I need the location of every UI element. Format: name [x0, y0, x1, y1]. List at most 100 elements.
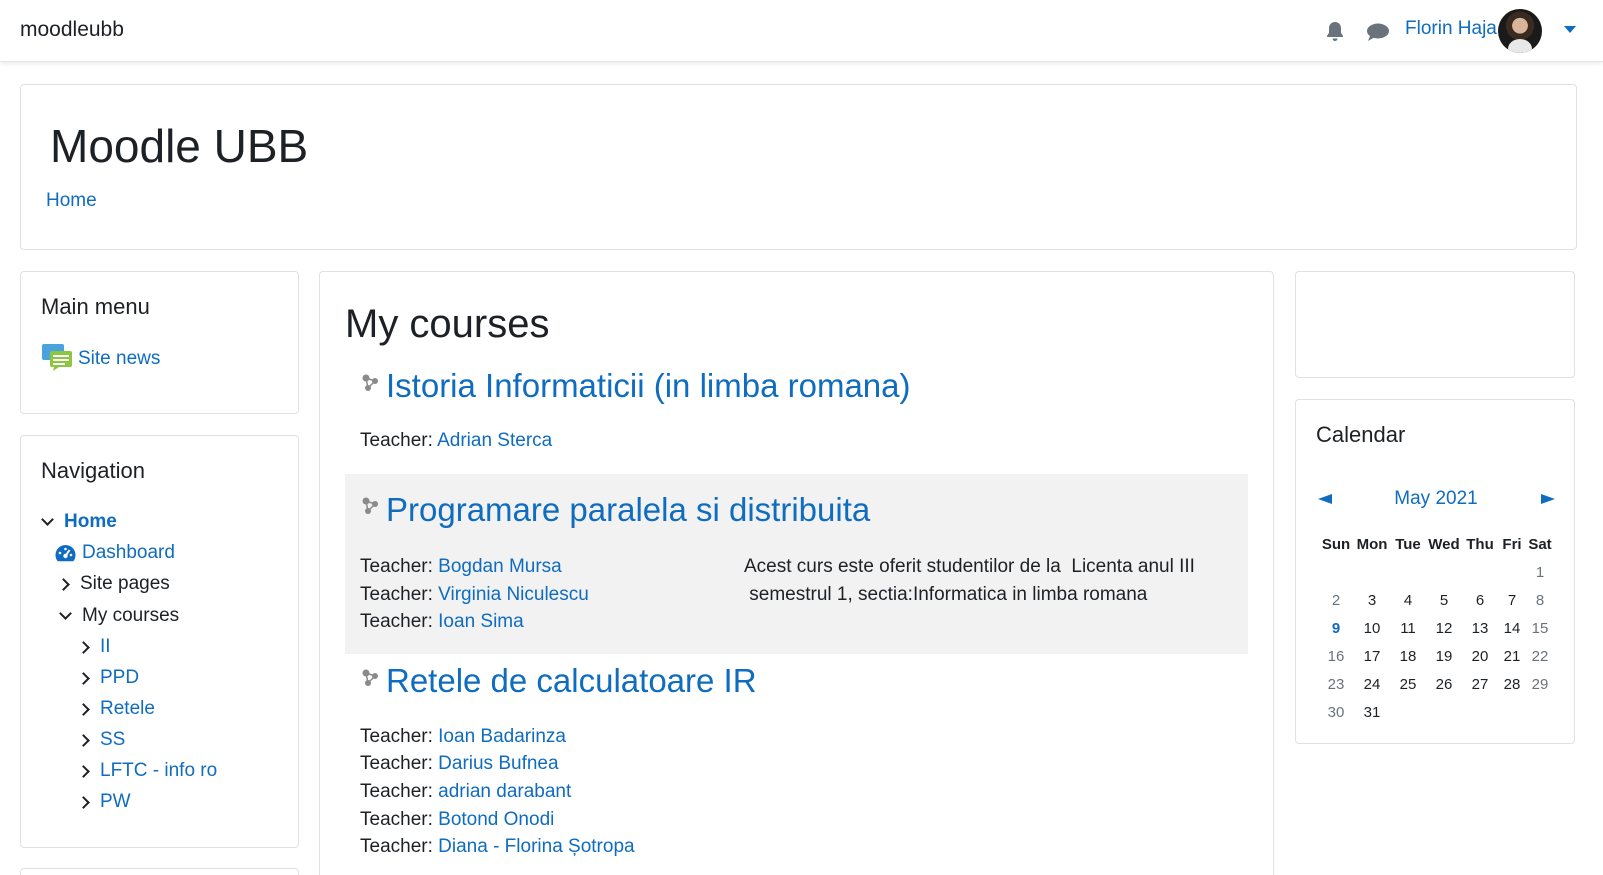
chevron-right-icon[interactable]: [57, 577, 70, 591]
nav-item-site-pages[interactable]: Site pages: [57, 573, 170, 595]
nav-item-label[interactable]: Dashboard: [82, 542, 175, 564]
site-news-link[interactable]: Site news: [78, 348, 160, 370]
nav-item-course-pw[interactable]: PW: [77, 791, 131, 813]
course-item: Istoria Informaticii (in limba romana) T…: [345, 367, 1248, 459]
chevron-right-icon[interactable]: [77, 795, 90, 809]
teacher-link[interactable]: Bogdan Mursa: [438, 556, 562, 577]
nav-item-course-ppd[interactable]: PPD: [77, 667, 139, 689]
nav-item-label[interactable]: LFTC - info ro: [100, 760, 217, 782]
nav-item-label[interactable]: SS: [100, 729, 125, 751]
teacher-link[interactable]: Adrian Sterca: [437, 430, 552, 451]
calendar-day[interactable]: 6: [1462, 592, 1498, 609]
calendar-day[interactable]: 26: [1426, 676, 1462, 693]
teacher-link[interactable]: Botond Onodi: [438, 809, 554, 830]
teacher-prefix: Teacher:: [360, 726, 439, 747]
teacher-link[interactable]: Darius Bufnea: [438, 753, 558, 774]
calendar-day[interactable]: 15: [1526, 620, 1554, 637]
course-title-link[interactable]: Istoria Informaticii (in limba romana): [386, 367, 911, 405]
chevron-down-icon[interactable]: [59, 607, 72, 620]
nav-item-label[interactable]: Site pages: [80, 573, 170, 595]
nav-item-course-ii[interactable]: II: [77, 636, 111, 658]
avatar[interactable]: [1498, 9, 1542, 53]
nav-item-course-lftc[interactable]: LFTC - info ro: [77, 760, 217, 782]
site-brand[interactable]: moodleubb: [20, 18, 124, 42]
calendar-grid: Sun Mon Tue Wed Thu Fri Sat 1 2 3 4 5 6 7 8 9 10 1…: [1318, 530, 1554, 726]
top-navbar: moodleubb Florin Haja: [0, 0, 1603, 62]
calendar-day[interactable]: 9: [1318, 620, 1354, 637]
calendar-day[interactable]: 1: [1526, 564, 1554, 581]
teacher-link[interactable]: Virginia Niculescu: [438, 584, 589, 605]
calendar-day[interactable]: 5: [1426, 592, 1462, 609]
next-month-icon[interactable]: [1541, 494, 1555, 504]
calendar-day[interactable]: 24: [1354, 676, 1390, 693]
calendar-month[interactable]: May 2021: [1296, 488, 1576, 510]
chevron-right-icon[interactable]: [77, 733, 90, 747]
course-icon: [362, 497, 378, 514]
nav-item-my-courses[interactable]: My courses: [59, 605, 179, 627]
nav-item-label[interactable]: Home: [64, 511, 117, 533]
nav-item-label[interactable]: II: [100, 636, 111, 658]
nav-item-label[interactable]: My courses: [82, 605, 179, 627]
chevron-right-icon[interactable]: [77, 671, 90, 685]
weekday-header: Mon: [1356, 535, 1388, 553]
chevron-down-icon[interactable]: [1564, 26, 1576, 33]
page-header: Moodle UBB Home: [20, 84, 1577, 250]
nav-item-label[interactable]: PPD: [100, 667, 139, 689]
calendar-day[interactable]: 8: [1526, 592, 1554, 609]
calendar-day[interactable]: 4: [1390, 592, 1426, 609]
calendar-block: Calendar May 2021 Sun Mon Tue Wed Thu Fr…: [1295, 399, 1575, 744]
course-title-link[interactable]: Programare paralela si distribuita: [386, 491, 870, 529]
chevron-down-icon[interactable]: [41, 513, 54, 526]
teacher-line: Teacher: Diana - Florina Șotropa: [360, 836, 635, 858]
weekday-header: Tue: [1395, 535, 1421, 553]
calendar-day[interactable]: 23: [1318, 676, 1354, 693]
teacher-line: Teacher: Botond Onodi: [360, 809, 554, 831]
teacher-link[interactable]: Ioan Sima: [438, 611, 524, 632]
calendar-day[interactable]: 29: [1526, 676, 1554, 693]
chat-icon[interactable]: [1366, 22, 1390, 42]
calendar-day[interactable]: 3: [1354, 592, 1390, 609]
chevron-right-icon[interactable]: [77, 640, 90, 654]
calendar-day[interactable]: 27: [1462, 676, 1498, 693]
user-name[interactable]: Florin Haja: [1405, 18, 1497, 40]
breadcrumb-home[interactable]: Home: [46, 190, 97, 212]
calendar-day[interactable]: 2: [1318, 592, 1354, 609]
calendar-day[interactable]: 19: [1426, 648, 1462, 665]
nav-item-dashboard[interactable]: Dashboard: [55, 542, 175, 564]
chevron-right-icon[interactable]: [77, 764, 90, 778]
main-menu-block: Main menu Site news: [20, 271, 299, 414]
calendar-day[interactable]: 16: [1318, 648, 1354, 665]
calendar-day[interactable]: 12: [1426, 620, 1462, 637]
calendar-day[interactable]: 28: [1498, 676, 1526, 693]
chevron-right-icon[interactable]: [77, 702, 90, 716]
calendar-day[interactable]: 11: [1390, 620, 1426, 637]
course-title-link[interactable]: Retele de calculatoare IR: [386, 662, 757, 700]
nav-item-label[interactable]: Retele: [100, 698, 155, 720]
calendar-day[interactable]: 25: [1390, 676, 1426, 693]
page-title: Moodle UBB: [50, 120, 309, 172]
nav-item-course-ss[interactable]: SS: [77, 729, 125, 751]
teacher-link[interactable]: Ioan Badarinza: [438, 726, 566, 747]
calendar-day[interactable]: 30: [1318, 704, 1354, 721]
weekday-header: Fri: [1502, 535, 1522, 553]
nav-item-home[interactable]: Home: [41, 511, 117, 533]
course-icon: [362, 669, 378, 686]
nav-item-course-retele[interactable]: Retele: [77, 698, 155, 720]
calendar-day[interactable]: 13: [1462, 620, 1498, 637]
calendar-day[interactable]: 14: [1498, 620, 1526, 637]
calendar-day[interactable]: 10: [1354, 620, 1390, 637]
calendar-day[interactable]: 7: [1498, 592, 1526, 609]
bell-icon[interactable]: [1324, 20, 1346, 42]
calendar-day[interactable]: 18: [1390, 648, 1426, 665]
main-content: My courses Istoria Informaticii (in limb…: [319, 271, 1274, 875]
calendar-title: Calendar: [1316, 422, 1406, 447]
teacher-link[interactable]: Diana - Florina Șotropa: [438, 836, 634, 857]
calendar-day[interactable]: 31: [1354, 704, 1390, 721]
calendar-day[interactable]: 17: [1354, 648, 1390, 665]
teacher-link[interactable]: adrian darabant: [438, 781, 571, 802]
calendar-day[interactable]: 20: [1462, 648, 1498, 665]
teacher-line: Teacher: Ioan Sima: [360, 611, 524, 633]
nav-item-label[interactable]: PW: [100, 791, 131, 813]
calendar-day[interactable]: 22: [1526, 648, 1554, 665]
calendar-day[interactable]: 21: [1498, 648, 1526, 665]
